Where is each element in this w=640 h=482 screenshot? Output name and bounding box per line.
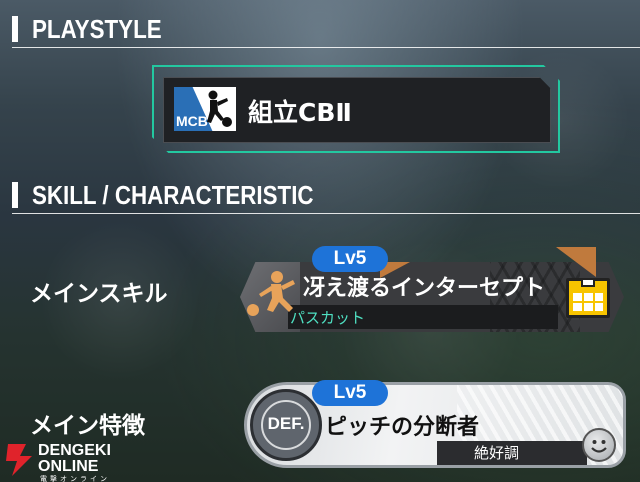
header-bar (12, 16, 18, 42)
playstyle-role-icon: MCB (174, 87, 236, 131)
smiley-face-icon (582, 428, 616, 462)
lightning-bolt-icon (6, 444, 32, 476)
smiley-face-glyph (591, 440, 607, 453)
def-badge-text: DEF. (267, 414, 305, 433)
pitch-grid (573, 293, 603, 311)
header-bar (12, 182, 18, 208)
def-badge-icon: DEF. (250, 389, 322, 461)
header-rule (12, 213, 640, 214)
playstyle-name: 組立CBⅡ (248, 98, 352, 127)
pitch-goal-box (581, 280, 595, 287)
skill-section-title: SKILL / CHARACTERISTIC (32, 180, 314, 210)
characteristic-level-badge: Lv5 (312, 380, 388, 406)
watermark-line3: 電撃オンライン (40, 475, 110, 482)
main-characteristic-label: メイン特徴 (30, 413, 145, 439)
pitch-formation-icon (566, 278, 610, 318)
skill-level-badge: Lv5 (312, 246, 388, 272)
skill-category: パスカット (290, 309, 366, 327)
characteristic-name: ピッチの分断者 (325, 415, 480, 440)
characteristic-condition: 絶好調 (474, 444, 520, 462)
playstyle-title: PLAYSTYLE (32, 14, 162, 44)
player-figure-icon (207, 90, 232, 127)
skill-name: 冴え渡るインターセプト (303, 276, 546, 301)
header-rule (12, 47, 640, 48)
main-skill-label: メインスキル (30, 281, 168, 307)
dengeki-online-watermark: DENGEKI ONLINE 電撃オンライン (0, 440, 130, 482)
